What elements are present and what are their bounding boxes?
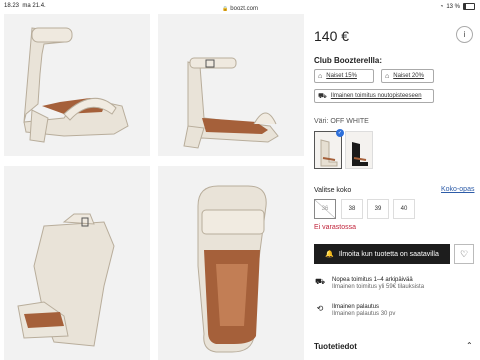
color-label: Väri: OFF WHITE <box>314 118 369 125</box>
shipping-info: ⛟ Nopea toimitus 1–4 arkipäivää Ilmainen… <box>314 277 425 290</box>
product-details-toggle[interactable]: Tuotetiedot <box>314 342 357 351</box>
size-option[interactable]: 38 <box>341 199 363 219</box>
return-icon: ⟲ <box>316 304 324 313</box>
tag-icon: ⌂ <box>318 72 323 80</box>
club-offer-chip[interactable]: ⌂ Naiset 15% <box>314 69 374 83</box>
product-image-gallery <box>0 14 304 360</box>
color-swatch-black[interactable] <box>345 131 373 169</box>
wifi-icon: ◔ <box>439 3 444 10</box>
size-option[interactable]: 39 <box>367 199 389 219</box>
device-status-bar: 18.23 ma 21.4. 🔒 boozt.com ◔ 13 % <box>0 0 480 14</box>
battery-percent: 13 % <box>446 3 460 10</box>
status-icons: ◔ 13 % <box>440 3 475 10</box>
selected-check-icon: ✓ <box>336 129 344 137</box>
info-icon[interactable]: i <box>456 26 473 43</box>
product-image-back-view[interactable] <box>4 166 150 360</box>
product-info-panel: 140 € i Club Boozterellla: ⌂ Naiset 15% … <box>306 14 480 360</box>
bell-icon: 🔔 <box>325 251 334 258</box>
size-label: Valitse koko <box>314 187 352 194</box>
return-info: ⟲ Ilmainen palautus Ilmainen palautus 30… <box>314 304 396 317</box>
chevron-up-icon[interactable]: ⌃ <box>466 341 473 350</box>
truck-icon: ⛟ <box>314 277 326 286</box>
size-option[interactable]: 36 <box>314 199 336 219</box>
product-image-profile-view[interactable] <box>158 14 304 156</box>
delivery-offer-chip[interactable]: ⛟ Ilmainen toimitus noutopisteeseen <box>314 89 434 103</box>
notify-button[interactable]: 🔔 Ilmoita kun tuotetta on saatavilla <box>314 244 450 264</box>
stock-status: Ei varastossa <box>314 224 357 231</box>
truck-icon: ⛟ <box>318 92 327 100</box>
address-bar[interactable]: 🔒 boozt.com <box>0 6 480 12</box>
swatch-image <box>352 142 368 166</box>
swatch-image <box>320 139 338 167</box>
color-swatch-off-white[interactable]: ✓ <box>314 129 344 169</box>
lock-icon: 🔒 <box>222 6 229 12</box>
tag-icon: ⌂ <box>385 72 390 80</box>
product-image-top-view[interactable] <box>158 166 304 360</box>
product-price: 140 € <box>314 28 350 44</box>
club-title: Club Boozterellla: <box>314 56 383 65</box>
battery-icon <box>463 3 475 10</box>
size-option[interactable]: 40 <box>393 199 415 219</box>
club-offer-chip[interactable]: ⌂ Naiset 20% <box>381 69 434 83</box>
size-guide-link[interactable]: Koko-opas <box>441 186 474 193</box>
product-image-side-view[interactable] <box>4 14 150 156</box>
wishlist-button[interactable]: ♡ <box>454 244 474 264</box>
heart-icon: ♡ <box>459 248 469 259</box>
